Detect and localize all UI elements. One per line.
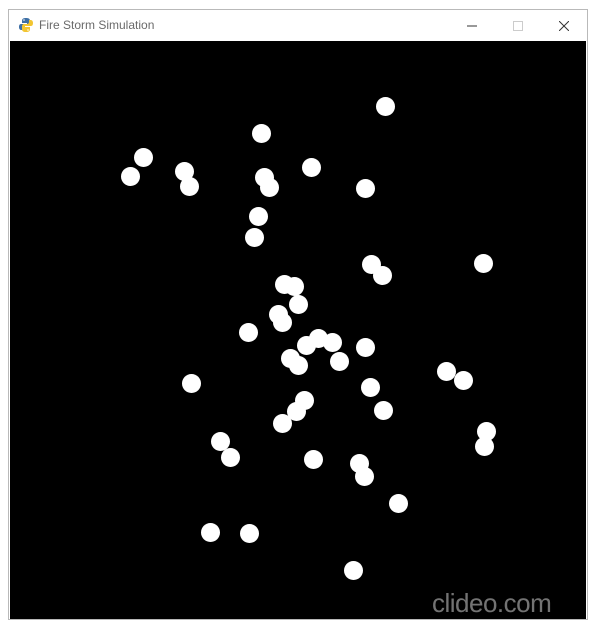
window-title: Fire Storm Simulation — [39, 18, 155, 32]
fire-particle — [329, 351, 349, 371]
fire-particle — [179, 176, 199, 196]
maximize-button[interactable] — [495, 10, 541, 41]
title-bar[interactable]: Fire Storm Simulation — [9, 10, 587, 41]
fire-particle — [181, 373, 201, 393]
fire-particle — [238, 322, 258, 342]
fire-particle — [259, 177, 279, 197]
fire-particle — [120, 166, 140, 186]
fire-particle — [355, 337, 375, 357]
fire-particle — [248, 206, 268, 226]
fire-particle — [360, 377, 380, 397]
fire-particle — [244, 227, 264, 247]
fire-particle — [474, 436, 494, 456]
fire-particle — [133, 147, 153, 167]
watermark-text: clideo.com — [432, 588, 552, 618]
fire-particle — [251, 123, 271, 143]
fire-particle — [355, 178, 375, 198]
fire-particle — [284, 276, 304, 296]
fire-particle — [354, 466, 374, 486]
fire-particle — [303, 449, 323, 469]
fire-particle — [288, 355, 308, 375]
maximize-icon — [513, 20, 523, 31]
fire-particle — [239, 523, 259, 543]
fire-particle — [272, 312, 292, 332]
fire-particle — [288, 294, 308, 314]
fire-particle — [220, 447, 240, 467]
fire-particle — [436, 361, 456, 381]
simulation-canvas[interactable] — [10, 41, 586, 619]
fire-particle — [343, 560, 363, 580]
minimize-icon — [467, 25, 477, 26]
close-button[interactable] — [541, 10, 587, 41]
close-icon — [559, 20, 569, 31]
fire-particle — [388, 493, 408, 513]
fire-particle — [200, 522, 220, 542]
fire-particle — [473, 253, 493, 273]
fire-particle — [453, 370, 473, 390]
fire-particle — [301, 157, 321, 177]
minimize-button[interactable] — [449, 10, 495, 41]
python-snake-icon — [19, 18, 33, 32]
fire-particle — [272, 413, 292, 433]
fire-particle — [296, 335, 316, 355]
fire-particle — [372, 265, 392, 285]
fire-particle — [375, 96, 395, 116]
fire-particle — [373, 400, 393, 420]
fire-particle — [322, 332, 342, 352]
app-window: Fire Storm Simulation — [8, 9, 588, 620]
